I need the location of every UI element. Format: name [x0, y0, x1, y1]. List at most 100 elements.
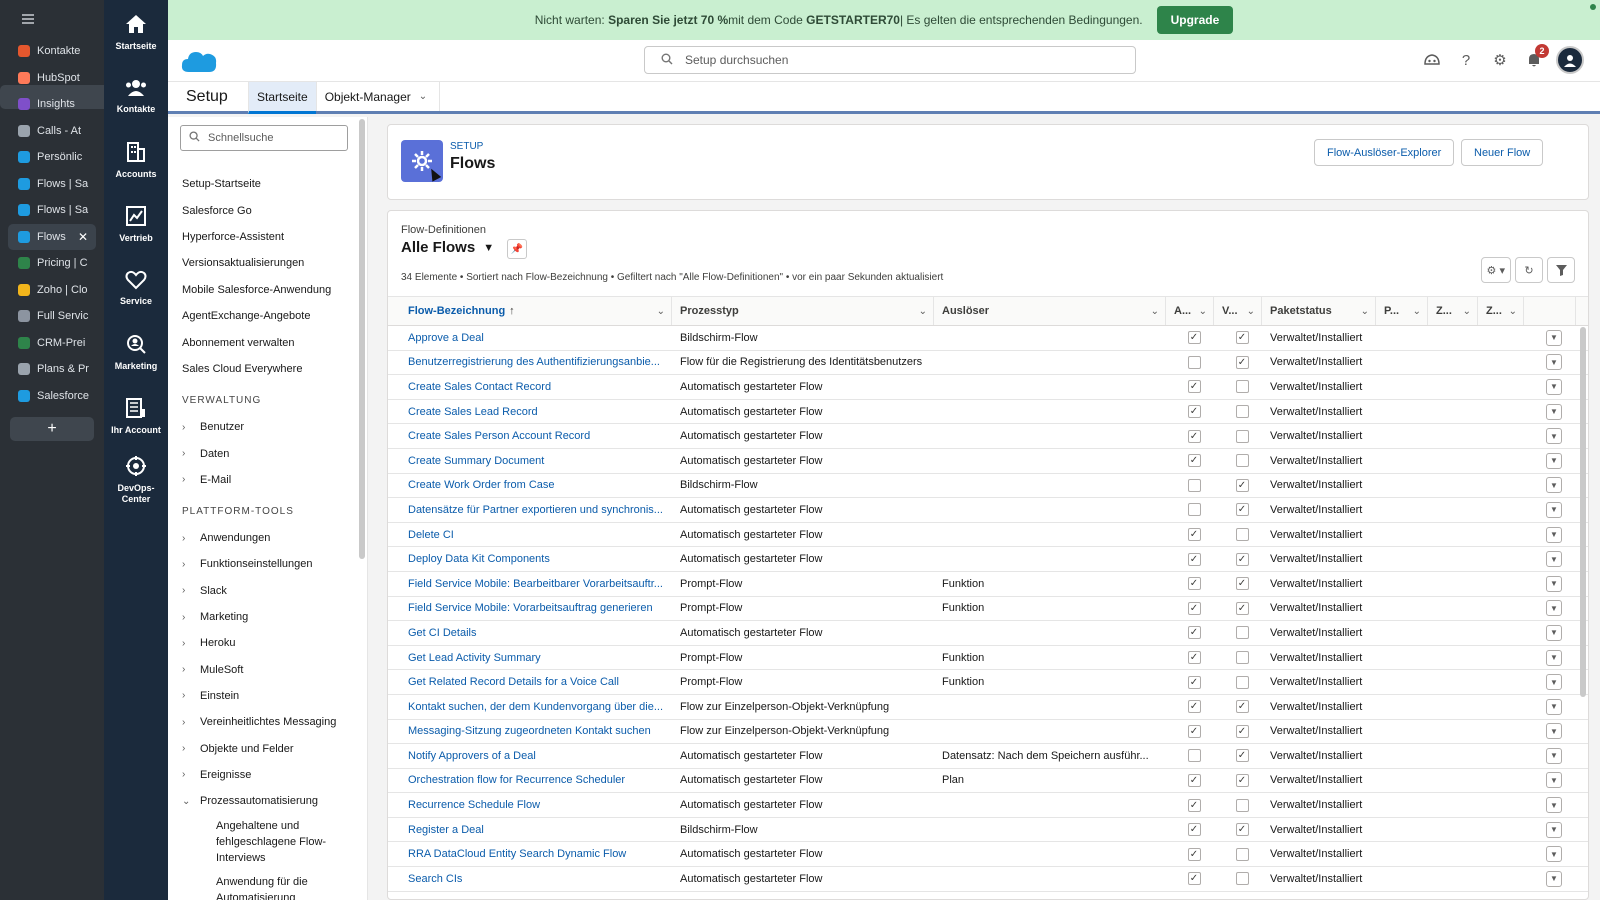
flow-name-link[interactable]: Recurrence Schedule Flow [388, 793, 672, 817]
chevron-down-icon[interactable]: ⌄ [1509, 306, 1517, 317]
sidebar-tree-item[interactable]: › MuleSoft [168, 657, 358, 683]
pin-icon[interactable]: 📌 [507, 239, 527, 259]
row-action-menu-icon[interactable]: ▼ [1546, 378, 1562, 395]
flow-name-link[interactable]: RRA DataCloud Entity Search Dynamic Flow [388, 842, 672, 866]
browser-tab[interactable]: CRM-Prei [0, 330, 104, 357]
upgrade-button[interactable]: Upgrade [1156, 6, 1234, 34]
sidebar-sub-link[interactable]: Anwendung für die Automatisierung [168, 870, 358, 900]
salesforce-logo[interactable] [180, 48, 218, 77]
flow-name-link[interactable]: Orchestration flow for Recurrence Schedu… [388, 769, 672, 793]
sidebar-link[interactable]: Mobile Salesforce-Anwendung [168, 277, 358, 303]
flow-name-link[interactable]: Search CIs [388, 867, 672, 891]
sidebar-tree-item[interactable]: › E-Mail [168, 467, 358, 493]
filter-icon[interactable] [1547, 257, 1575, 283]
browser-tab[interactable]: Pricing | C [0, 250, 104, 277]
sidebar-tree-item[interactable]: › Anwendungen [168, 525, 358, 551]
nav-kontakte[interactable]: Kontakte [104, 64, 168, 128]
nav-accounts[interactable]: Accounts [104, 128, 168, 192]
browser-tab[interactable]: Calls - At [0, 118, 104, 145]
sidebar-tree-item[interactable]: › Funktionseinstellungen [168, 551, 358, 577]
sidebar-tree-item[interactable]: › Marketing [168, 604, 358, 630]
list-settings-gear-icon[interactable]: ⚙ ▾ [1480, 257, 1511, 283]
flow-name-link[interactable]: Benutzerregistrierung des Authentifizier… [388, 351, 672, 375]
sidebar-tree-item[interactable]: › Objekte und Felder [168, 735, 358, 761]
browser-tab[interactable]: Plans & Pr [0, 356, 104, 383]
chevron-down-icon[interactable]: ⌄ [1247, 306, 1255, 317]
flow-name-link[interactable]: Create Sales Person Account Record [388, 424, 672, 448]
browser-tab[interactable]: Zoho | Clo [0, 277, 104, 304]
sidebar-tree-item[interactable]: › Vereinheitlichtes Messaging [168, 709, 358, 735]
chevron-right-icon[interactable]: › [182, 664, 200, 675]
table-scrollbar[interactable] [1580, 327, 1586, 697]
browser-tab[interactable]: HubSpot [0, 65, 104, 92]
flow-name-link[interactable]: Create Summary Document [388, 449, 672, 473]
browser-tab[interactable]: Insights [0, 91, 104, 118]
browser-tab[interactable]: Flows ✕ [8, 223, 96, 250]
flow-name-link[interactable]: Register a Deal [388, 818, 672, 842]
chevron-down-icon[interactable]: ⌄ [1151, 306, 1159, 317]
flow-name-link[interactable]: Notify Approvers of a Deal [388, 744, 672, 768]
browser-tab[interactable]: Persönlic [0, 144, 104, 171]
browser-tab[interactable]: Flows | Sa [0, 171, 104, 198]
chevron-down-icon[interactable]: ⌄ [919, 306, 927, 317]
refresh-icon[interactable]: ↻ [1515, 257, 1543, 283]
close-icon[interactable]: ✕ [78, 230, 88, 244]
flow-name-link[interactable]: Messaging-Sitzung zugeordneten Kontakt s… [388, 720, 672, 744]
flow-name-link[interactable]: Field Service Mobile: Bearbeitbarer Vora… [388, 572, 672, 596]
browser-tab[interactable]: Kontakte [0, 38, 104, 65]
chevron-down-icon[interactable]: ⌄ [182, 796, 200, 807]
flow-trigger-explorer-button[interactable]: Flow-Auslöser-Explorer [1314, 139, 1455, 166]
nav-service[interactable]: Service [104, 256, 168, 320]
flow-name-link[interactable]: Kontakt suchen, der dem Kundenvorgang üb… [388, 695, 672, 719]
sidebar-link[interactable]: Hyperforce-Assistent [168, 224, 358, 250]
new-tab-button[interactable]: + [10, 417, 94, 441]
sidebar-tree-item[interactable]: › Einstein [168, 683, 358, 709]
column-header-active[interactable]: A... ⌄ [1166, 297, 1214, 325]
flow-name-link[interactable]: Create Sales Lead Record [388, 400, 672, 424]
chevron-right-icon[interactable]: › [182, 612, 200, 623]
new-flow-button[interactable]: Neuer Flow [1461, 139, 1544, 166]
chevron-right-icon[interactable]: › [182, 585, 200, 596]
chevron-right-icon[interactable]: › [182, 422, 200, 433]
chevron-down-icon[interactable]: ⌄ [419, 91, 427, 102]
flow-name-link[interactable]: Get CI Details [388, 621, 672, 645]
nav-devops-center[interactable]: DevOps-Center [104, 448, 168, 512]
nav-marketing[interactable]: Marketing [104, 320, 168, 384]
chevron-right-icon[interactable]: › [182, 769, 200, 780]
sidebar-toggle-icon[interactable] [16, 7, 40, 31]
chevron-down-icon[interactable]: ⌄ [1463, 306, 1471, 317]
flow-name-link[interactable]: Field Service Mobile: Vorarbeitsauftrag … [388, 597, 672, 621]
row-action-menu-icon[interactable]: ▼ [1546, 870, 1562, 887]
chevron-down-icon[interactable]: ⌄ [657, 306, 665, 317]
nav-startseite[interactable]: Startseite [104, 0, 168, 64]
row-action-menu-icon[interactable]: ▼ [1546, 797, 1562, 814]
column-header-z2[interactable]: Z... ⌄ [1478, 297, 1524, 325]
sidebar-link[interactable]: Abonnement verwalten [168, 329, 358, 355]
chevron-right-icon[interactable]: › [182, 533, 200, 544]
browser-tab[interactable]: Full Servic [0, 303, 104, 330]
sidebar-scrollbar[interactable] [359, 119, 365, 559]
sidebar-link[interactable]: Versionsaktualisierungen [168, 250, 358, 276]
row-action-menu-icon[interactable]: ▼ [1546, 428, 1562, 445]
row-action-menu-icon[interactable]: ▼ [1546, 846, 1562, 863]
column-header-z1[interactable]: Z... ⌄ [1428, 297, 1478, 325]
sidebar-link[interactable]: Salesforce Go [168, 197, 358, 223]
bell-icon[interactable]: 2 [1522, 44, 1549, 72]
chevron-right-icon[interactable]: › [182, 448, 200, 459]
sidebar-link[interactable]: AgentExchange-Angebote [168, 303, 358, 329]
column-header-package-status[interactable]: Paketstatus ⌄ [1262, 297, 1376, 325]
chevron-right-icon[interactable]: › [182, 474, 200, 485]
flow-name-link[interactable]: Datensätze für Partner exportieren und s… [388, 498, 672, 522]
sidebar-link[interactable]: Sales Cloud Everywhere [168, 356, 358, 382]
chevron-right-icon[interactable]: › [182, 690, 200, 701]
chevron-down-icon[interactable]: ⌄ [1413, 306, 1421, 317]
chevron-right-icon[interactable]: › [182, 638, 200, 649]
help-icon[interactable]: ? [1454, 48, 1478, 72]
nav-vertrieb[interactable]: Vertrieb [104, 192, 168, 256]
row-action-menu-icon[interactable]: ▼ [1546, 698, 1562, 715]
sidebar-tree-item[interactable]: › Benutzer [168, 414, 358, 440]
chevron-right-icon[interactable]: › [182, 559, 200, 570]
chevron-right-icon[interactable]: › [182, 717, 200, 728]
row-action-menu-icon[interactable]: ▼ [1546, 674, 1562, 691]
agent-icon[interactable] [1420, 48, 1444, 72]
